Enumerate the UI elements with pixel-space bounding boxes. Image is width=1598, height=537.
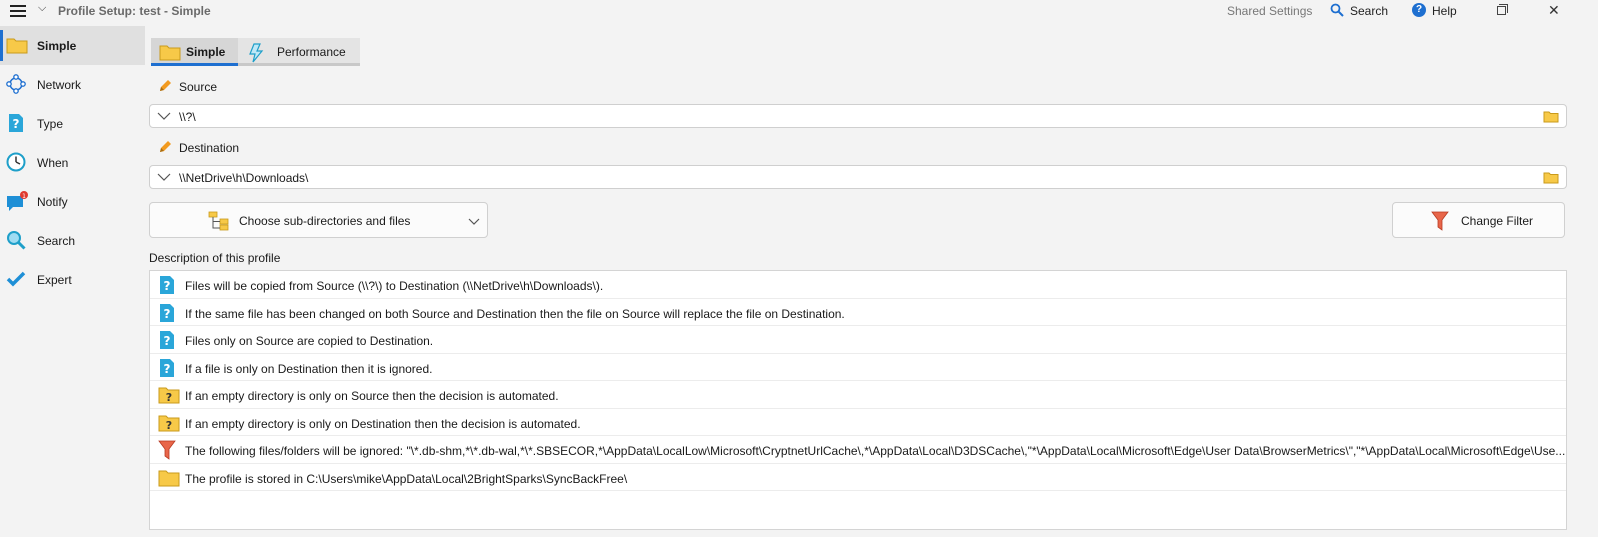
list-item: The following files/folders will be igno… bbox=[150, 436, 1566, 464]
source-path-input[interactable]: \\?\ bbox=[149, 104, 1567, 128]
question-doc-icon: ? bbox=[158, 330, 178, 350]
sidebar-item-network[interactable]: Network bbox=[0, 65, 145, 104]
description-text: If an empty directory is only on Source … bbox=[185, 389, 559, 403]
browse-folder-icon[interactable] bbox=[1543, 171, 1559, 187]
change-filter-label: Change Filter bbox=[1461, 214, 1534, 228]
list-item: The profile is stored in C:\Users\mike\A… bbox=[150, 464, 1566, 491]
folder-icon bbox=[159, 43, 181, 64]
lightning-icon bbox=[246, 43, 266, 66]
check-icon bbox=[6, 269, 26, 289]
close-icon[interactable]: ✕ bbox=[1548, 2, 1560, 19]
sidebar-item-search[interactable]: Search bbox=[0, 221, 145, 260]
sidebar-item-label: Simple bbox=[37, 39, 77, 53]
notify-icon: 1 bbox=[6, 191, 28, 211]
pencil-icon[interactable] bbox=[158, 140, 172, 154]
list-item: ? If the same file has been changed on b… bbox=[150, 299, 1566, 326]
folder-icon bbox=[6, 35, 28, 55]
destination-path-value: \\NetDrive\h\Downloads\ bbox=[179, 171, 309, 185]
sidebar-item-label: Search bbox=[37, 234, 76, 248]
list-item: ? If an empty directory is only on Sourc… bbox=[150, 381, 1566, 409]
description-text: If the same file has been changed on bot… bbox=[185, 306, 845, 321]
source-label: Source bbox=[179, 80, 218, 94]
sidebar-item-type[interactable]: ? Type bbox=[0, 104, 145, 143]
help-icon[interactable]: ? bbox=[1412, 3, 1426, 17]
browse-folder-icon[interactable] bbox=[1543, 110, 1559, 126]
sidebar-item-when[interactable]: When bbox=[0, 143, 145, 182]
destination-label: Destination bbox=[179, 141, 240, 155]
sidebar: Simple Network ? Type When 1 Notify Sear… bbox=[0, 26, 145, 299]
description-text: The following files/folders will be igno… bbox=[185, 444, 1566, 458]
destination-path-input[interactable]: \\NetDrive\h\Downloads\ bbox=[149, 165, 1567, 189]
svg-text:?: ? bbox=[164, 334, 171, 348]
restore-window-icon[interactable] bbox=[1497, 4, 1508, 15]
sidebar-item-label: Network bbox=[37, 78, 82, 92]
pencil-icon[interactable] bbox=[158, 79, 172, 93]
shared-settings-button[interactable]: Shared Settings bbox=[1227, 4, 1312, 18]
tab-label: Performance bbox=[277, 45, 346, 59]
choose-subdirectories-button[interactable]: Choose sub-directories and files bbox=[149, 202, 488, 238]
chevron-down-icon[interactable] bbox=[157, 110, 171, 124]
clock-icon bbox=[6, 152, 26, 172]
sidebar-item-label: Expert bbox=[37, 273, 72, 287]
description-text: If an empty directory is only on Destina… bbox=[185, 416, 581, 431]
description-text: If a file is only on Destination then it… bbox=[185, 361, 433, 376]
tab-bar: Simple Performance bbox=[151, 38, 360, 66]
chevron-down-icon[interactable]: ⌵ bbox=[38, 2, 46, 15]
description-list: ? Files will be copied from Source (\\?\… bbox=[149, 270, 1567, 530]
question-doc-icon: ? bbox=[6, 113, 26, 133]
svg-text:?: ? bbox=[13, 117, 20, 131]
source-path-value: \\?\ bbox=[179, 110, 196, 124]
change-filter-button[interactable]: Change Filter bbox=[1392, 202, 1565, 238]
list-item: ? Files only on Source are copied to Des… bbox=[150, 326, 1566, 354]
tree-folders-icon bbox=[208, 211, 230, 234]
sidebar-item-label: When bbox=[37, 156, 69, 170]
description-text: Files will be copied from Source (\\?\) … bbox=[185, 279, 604, 293]
list-item: ? If a file is only on Destination then … bbox=[150, 354, 1566, 381]
sidebar-item-simple[interactable]: Simple bbox=[0, 26, 145, 65]
title-bar: ⌵ Profile Setup: test - Simple Shared Se… bbox=[0, 0, 1598, 22]
network-icon bbox=[6, 74, 26, 94]
list-item: ? If an empty directory is only on Desti… bbox=[150, 409, 1566, 436]
filter-icon bbox=[158, 440, 178, 460]
question-doc-icon: ? bbox=[158, 275, 178, 295]
description-text: Files only on Source are copied to Desti… bbox=[185, 334, 434, 348]
svg-text:?: ? bbox=[164, 362, 171, 376]
hamburger-menu-icon[interactable] bbox=[10, 3, 26, 19]
question-doc-icon: ? bbox=[158, 303, 178, 323]
svg-text:?: ? bbox=[166, 419, 172, 432]
help-button[interactable]: Help bbox=[1432, 4, 1457, 18]
svg-text:?: ? bbox=[164, 307, 171, 321]
question-folder-icon: ? bbox=[158, 385, 180, 405]
chevron-down-icon[interactable] bbox=[157, 171, 171, 185]
search-button[interactable]: Search bbox=[1350, 4, 1388, 18]
magnifier-icon bbox=[6, 230, 26, 250]
tab-simple[interactable]: Simple bbox=[151, 38, 238, 66]
sidebar-item-label: Notify bbox=[37, 195, 68, 209]
sidebar-item-label: Type bbox=[37, 117, 64, 131]
question-doc-icon: ? bbox=[158, 358, 178, 378]
tab-label: Simple bbox=[186, 45, 226, 59]
sidebar-item-expert[interactable]: Expert bbox=[0, 260, 145, 299]
sidebar-item-notify[interactable]: 1 Notify bbox=[0, 182, 145, 221]
tab-performance[interactable]: Performance bbox=[238, 38, 360, 66]
question-folder-icon: ? bbox=[158, 413, 180, 433]
description-title: Description of this profile bbox=[149, 251, 281, 265]
chevron-down-icon bbox=[468, 215, 480, 229]
filter-icon bbox=[1431, 211, 1449, 234]
list-item: ? Files will be copied from Source (\\?\… bbox=[150, 271, 1566, 299]
svg-text:1: 1 bbox=[22, 193, 26, 200]
window-title: Profile Setup: test - Simple bbox=[58, 4, 211, 18]
choose-subdirectories-label: Choose sub-directories and files bbox=[239, 214, 411, 228]
description-text: The profile is stored in C:\Users\mike\A… bbox=[185, 471, 628, 486]
svg-text:?: ? bbox=[166, 391, 172, 404]
search-icon[interactable] bbox=[1330, 3, 1344, 20]
svg-text:?: ? bbox=[164, 279, 171, 293]
folder-icon bbox=[158, 468, 180, 488]
